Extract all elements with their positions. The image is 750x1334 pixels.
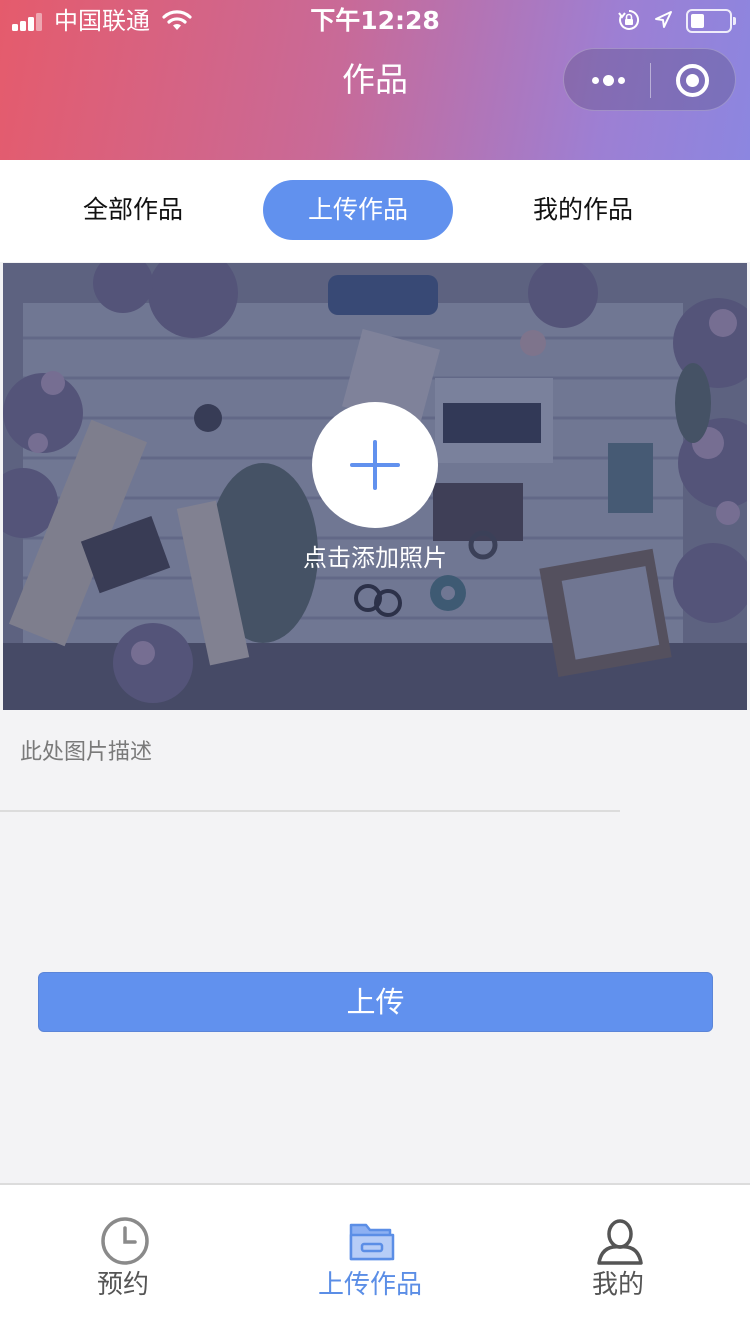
tab-all-works[interactable]: 全部作品 xyxy=(38,180,228,240)
status-bar: 中国联通 下午12:28 xyxy=(0,0,750,42)
close-target-icon[interactable] xyxy=(676,64,709,97)
tabbar-label: 预约 xyxy=(96,1270,149,1300)
photo-description-input[interactable] xyxy=(20,728,620,776)
photo-upload-area[interactable]: 点击添加照片 xyxy=(3,263,747,710)
works-tabs: 全部作品 上传作品 我的作品 xyxy=(0,160,750,262)
capsule-divider xyxy=(650,63,651,98)
plus-icon xyxy=(350,440,400,490)
tabbar-item-mine[interactable]: 我的 xyxy=(538,1185,698,1334)
tabbar-item-booking[interactable]: 预约 xyxy=(43,1185,203,1334)
clock-icon xyxy=(101,1217,149,1265)
tabbar-label: 上传作品 xyxy=(317,1270,422,1300)
add-photo-button[interactable] xyxy=(312,402,438,528)
bottom-tab-bar: 预约 上传作品 我的 xyxy=(0,1183,750,1334)
user-icon xyxy=(597,1219,643,1265)
tabbar-label: 我的 xyxy=(591,1270,644,1300)
mini-program-capsule xyxy=(563,48,736,111)
battery-level xyxy=(691,14,704,28)
battery-icon xyxy=(686,9,736,33)
tabbar-item-upload-works[interactable]: 上传作品 xyxy=(290,1185,450,1334)
upload-button[interactable]: 上传 xyxy=(38,972,713,1032)
tab-my-works[interactable]: 我的作品 xyxy=(488,180,678,240)
rotation-lock-icon xyxy=(618,9,640,30)
description-underline xyxy=(0,810,620,812)
header: 中国联通 下午12:28 作品 xyxy=(0,0,750,160)
add-photo-label: 点击添加照片 xyxy=(303,544,447,572)
location-icon xyxy=(655,11,672,28)
tab-upload-works[interactable]: 上传作品 xyxy=(263,180,453,240)
more-icon[interactable] xyxy=(588,49,628,112)
folder-icon xyxy=(349,1223,395,1261)
